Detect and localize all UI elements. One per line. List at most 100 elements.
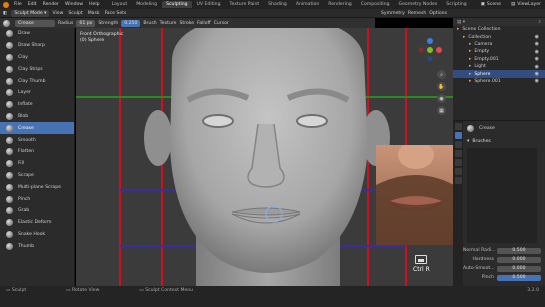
tab-sculpting[interactable]: Sculpting <box>162 1 192 8</box>
menu-window[interactable]: Window <box>65 2 83 7</box>
brush-name: Crease <box>18 20 34 26</box>
zoom-icon[interactable]: ⌕ <box>437 70 446 79</box>
tab-modeling[interactable]: Modeling <box>132 1 161 8</box>
tool-crease[interactable]: Crease <box>0 122 74 135</box>
menu-render[interactable]: Render <box>43 2 59 7</box>
outliner-item[interactable]: ▸ Sphere ◉ <box>453 70 545 78</box>
visibility-eye-icon[interactable]: ◉ <box>535 71 539 77</box>
tab-uv-editing[interactable]: UV Editing <box>193 1 225 8</box>
pan-hand-icon[interactable]: ✋ <box>437 82 446 91</box>
remesh-menu[interactable]: Remesh <box>408 11 426 16</box>
menu-edit[interactable]: Edit <box>28 2 37 7</box>
status-rotate: ▭ Rotate View <box>66 288 100 293</box>
brushes-panel-header[interactable]: ▾ Brushes <box>467 138 545 145</box>
outliner-item[interactable]: ▸ Empty.001 ◉ <box>453 56 545 63</box>
visibility-eye-icon[interactable]: ◉ <box>535 78 539 84</box>
brush-icon <box>6 183 13 191</box>
outliner-item[interactable]: ▸ Collection ◉ <box>453 33 545 40</box>
tool-pinch[interactable]: Pinch <box>0 193 74 205</box>
tab-texture-paint[interactable]: Texture Paint <box>226 1 264 8</box>
tool-grab[interactable]: Grab <box>0 205 74 217</box>
tab-layout[interactable]: Layout <box>108 1 132 8</box>
menu-mask[interactable]: Mask <box>88 11 100 16</box>
falloff-menu[interactable]: Falloff <box>197 21 211 26</box>
setting-value-field[interactable]: 0.000 <box>497 265 541 272</box>
tab-rendering[interactable]: Rendering <box>324 1 355 8</box>
brush-selector[interactable]: Crease <box>15 19 55 27</box>
tool-clay-thumb[interactable]: Clay Thumb <box>0 75 74 87</box>
tool-draw[interactable]: Draw <box>0 28 74 40</box>
tab-geometry-nodes[interactable]: Geometry Nodes <box>395 1 442 8</box>
tool-flatten[interactable]: Flatten <box>0 146 74 158</box>
tool-clay-strips[interactable]: Clay Strips <box>0 63 74 75</box>
tool-thumb[interactable]: Thumb <box>0 240 74 252</box>
menu-sculpt[interactable]: Sculpt <box>68 11 82 16</box>
brush-menu[interactable]: Brush <box>143 21 156 26</box>
gizmo-y-axis[interactable] <box>427 47 433 53</box>
outliner-item[interactable]: ▸ Sphere.001 ◉ <box>453 78 545 85</box>
view-layer-name[interactable]: ViewLayer <box>517 2 541 7</box>
tool-snake-hook[interactable]: Snake Hook <box>0 229 74 241</box>
visibility-eye-icon[interactable]: ◉ <box>535 56 539 62</box>
menu-file[interactable]: File <box>14 2 22 7</box>
tool-draw-sharp[interactable]: Draw Sharp <box>0 40 74 52</box>
options-menu[interactable]: Options <box>429 11 447 16</box>
visibility-eye-icon[interactable]: ◉ <box>535 49 539 55</box>
setting-value-field[interactable]: 0.000 <box>497 256 541 263</box>
tab-render-icon[interactable] <box>454 141 462 148</box>
tool-elastic-deform[interactable]: Elastic Deform <box>0 217 74 229</box>
menu-face-sets[interactable]: Face Sets <box>105 11 127 16</box>
tab-compositing[interactable]: Compositing <box>357 1 394 8</box>
scene-icon: ▣ <box>480 2 485 7</box>
setting-value-field[interactable]: 0.500 <box>497 274 541 281</box>
tool-label: Blob <box>18 113 29 119</box>
gizmo-x-axis[interactable] <box>436 47 442 53</box>
tool-smooth[interactable]: Smooth <box>0 134 74 146</box>
strength-field[interactable]: 0.250 <box>121 19 141 27</box>
tool-inflate[interactable]: Inflate <box>0 99 74 111</box>
stroke-menu[interactable]: Stroke <box>179 21 194 26</box>
blender-logo-icon[interactable] <box>3 1 9 8</box>
outliner-item[interactable]: ▸ Empty ◉ <box>453 48 545 55</box>
symmetry-menu[interactable]: Symmetry <box>381 11 405 16</box>
outliner-item[interactable]: ▸ Scene Collection <box>453 26 545 33</box>
tool-fill[interactable]: Fill <box>0 158 74 170</box>
scene-name[interactable]: Scene <box>487 2 501 7</box>
tool-clay[interactable]: Clay <box>0 52 74 64</box>
visibility-eye-icon[interactable]: ◉ <box>535 34 539 40</box>
outliner-item[interactable]: ▸ Light ◉ <box>453 63 545 70</box>
setting-value-field[interactable]: 0.500 <box>497 247 541 254</box>
tab-scripting[interactable]: Scripting <box>442 1 470 8</box>
cursor-menu[interactable]: Cursor <box>214 21 229 26</box>
ortho-grid-icon[interactable]: ▦ <box>437 106 446 115</box>
tool-blob[interactable]: Blob <box>0 111 74 123</box>
tab-shading[interactable]: Shading <box>264 1 291 8</box>
tool-scrape[interactable]: Scrape <box>0 170 74 182</box>
visibility-eye-icon[interactable]: ◉ <box>535 41 539 47</box>
tab-active-tool-icon[interactable] <box>454 132 462 139</box>
tab-animation[interactable]: Animation <box>292 1 323 8</box>
mode-dropdown[interactable]: Sculpt Mode ▾ <box>11 9 50 17</box>
tab-world-icon[interactable] <box>454 168 462 175</box>
brush-thumbnail-icon[interactable] <box>467 124 474 132</box>
brush-preview-icon[interactable] <box>3 19 10 27</box>
tool-layer[interactable]: Layer <box>0 87 74 99</box>
gizmo-z-axis[interactable] <box>427 38 433 44</box>
editor-type-icon[interactable]: ◧ <box>3 11 7 16</box>
tool-multi-plane-scrape[interactable]: Multi-plane Scrape <box>0 181 74 193</box>
tab-scene-icon[interactable] <box>454 159 462 166</box>
texture-menu[interactable]: Texture <box>160 21 177 26</box>
menu-help[interactable]: Help <box>89 2 99 7</box>
tab-tool-icon[interactable] <box>454 123 462 130</box>
camera-view-icon[interactable]: ◉ <box>437 94 446 103</box>
outliner-search-icon[interactable]: ⌕ <box>538 19 541 25</box>
tab-output-icon[interactable] <box>454 150 462 157</box>
brush-icon <box>6 171 13 179</box>
navigation-gizmo[interactable] <box>418 38 442 62</box>
menu-view[interactable]: View <box>52 11 63 16</box>
tab-object-icon[interactable] <box>454 177 462 184</box>
radius-field[interactable]: 61 px <box>76 19 96 27</box>
outliner-item[interactable]: ▸ Camera ◉ <box>453 41 545 48</box>
outliner-filter-icon[interactable]: ▤ ▾ <box>457 20 465 25</box>
visibility-eye-icon[interactable]: ◉ <box>535 64 539 70</box>
